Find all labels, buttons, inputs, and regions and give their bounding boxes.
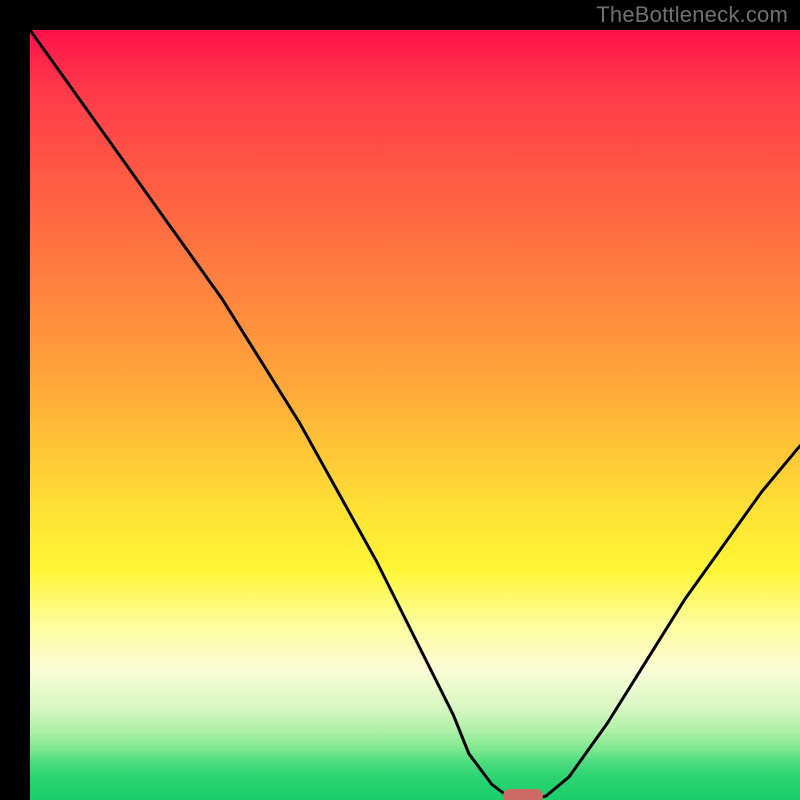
attribution-text: TheBottleneck.com — [596, 2, 788, 28]
plot-gradient-area — [30, 30, 800, 800]
optimal-marker — [503, 789, 543, 800]
bottleneck-curve — [30, 30, 800, 800]
chart-frame: TheBottleneck.com — [0, 0, 800, 800]
